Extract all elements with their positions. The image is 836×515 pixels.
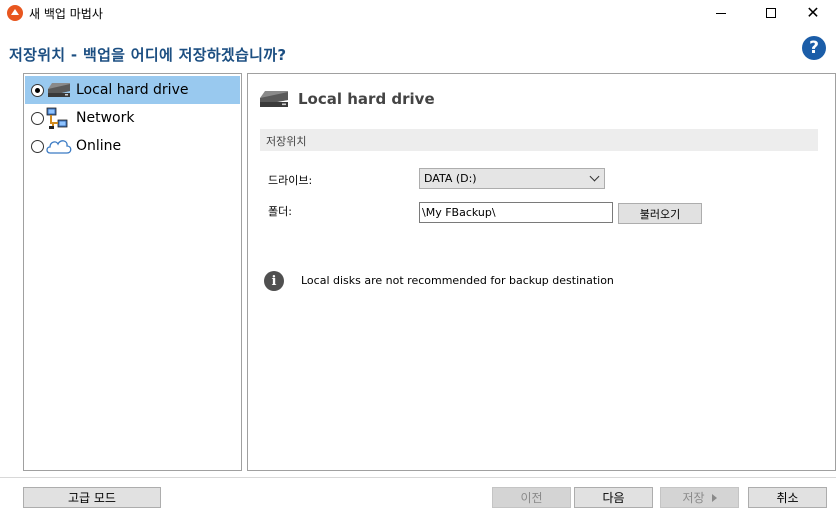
save-button[interactable]: 저장 — [660, 487, 739, 508]
folder-input[interactable] — [419, 202, 613, 223]
cancel-button[interactable]: 취소 — [748, 487, 827, 508]
folder-label: 폴더: — [268, 205, 292, 218]
destination-option-online[interactable]: Online — [25, 132, 240, 160]
hard-drive-icon — [260, 91, 288, 107]
maximize-button[interactable] — [748, 0, 794, 26]
destination-label: Network — [76, 110, 135, 126]
minimize-icon — [716, 12, 726, 14]
save-label: 저장 — [682, 491, 705, 505]
previous-button[interactable]: 이전 — [492, 487, 571, 508]
destination-label: Local hard drive — [76, 82, 189, 98]
destination-label: Online — [76, 138, 122, 154]
info-message: Local disks are not recommended for back… — [301, 274, 614, 287]
maximize-icon — [766, 8, 776, 18]
app-logo-icon — [7, 5, 23, 21]
drive-label: 드라이브: — [268, 174, 313, 187]
help-icon[interactable]: ? — [802, 36, 826, 60]
info-icon: i — [264, 271, 284, 291]
next-button[interactable]: 다음 — [574, 487, 653, 508]
play-arrow-icon — [711, 493, 717, 502]
close-button[interactable]: ✕ — [790, 0, 836, 26]
window-title: 새 백업 마법사 — [29, 7, 103, 21]
close-icon: ✕ — [806, 3, 820, 22]
minimize-button[interactable] — [698, 0, 744, 26]
details-title: Local hard drive — [298, 90, 435, 108]
destination-list: Local hard drive Network Online — [23, 73, 242, 471]
advanced-mode-button[interactable]: 고급 모드 — [23, 487, 161, 508]
destination-option-local[interactable]: Local hard drive — [25, 76, 240, 104]
cloud-icon — [46, 140, 72, 154]
browse-button[interactable]: 불러오기 — [618, 203, 702, 224]
drive-value: DATA (D:) — [424, 172, 477, 185]
drive-select[interactable]: DATA (D:) — [419, 168, 605, 189]
chevron-down-icon — [589, 171, 600, 182]
radio-online[interactable] — [31, 139, 44, 153]
section-label: 저장위치 — [266, 135, 307, 148]
hard-drive-icon — [48, 83, 70, 97]
section-header: 저장위치 — [260, 129, 818, 151]
network-icon — [46, 107, 68, 129]
destination-option-network[interactable]: Network — [25, 104, 240, 132]
footer-divider — [0, 477, 836, 478]
radio-network[interactable] — [31, 111, 44, 125]
title-bar: 새 백업 마법사 ✕ — [0, 0, 836, 26]
radio-local[interactable] — [31, 83, 44, 97]
destination-details: Local hard drive 저장위치 드라이브: DATA (D:) 폴더… — [247, 73, 836, 471]
page-title: 저장위치 - 백업을 어디에 저장하겠습니까? — [9, 46, 287, 64]
